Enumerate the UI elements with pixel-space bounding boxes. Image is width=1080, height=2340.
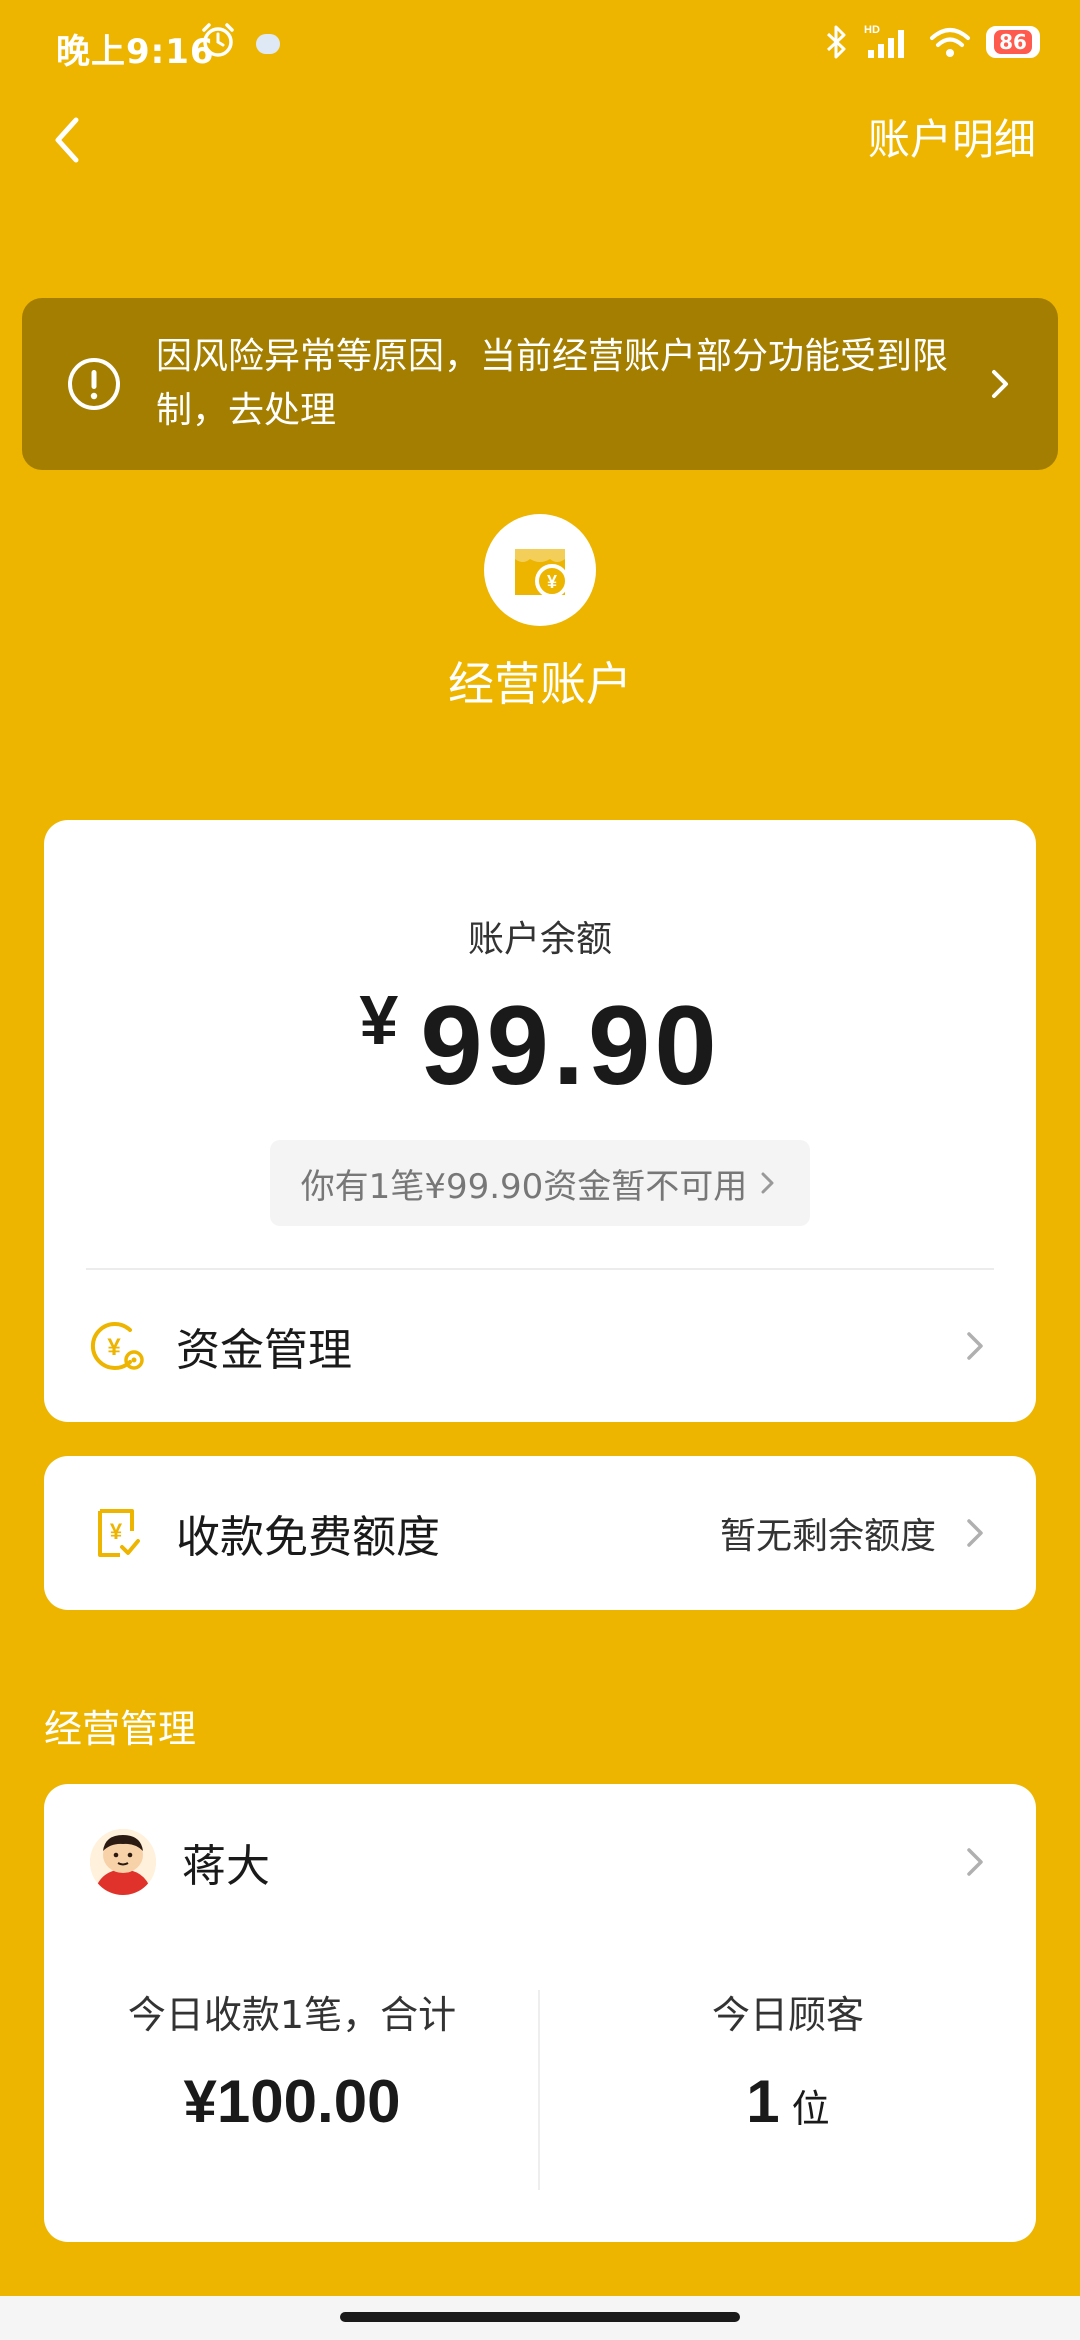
notification-app-icon: [256, 34, 280, 54]
wifi-icon: [930, 28, 970, 57]
account-details-link[interactable]: 账户明细: [868, 106, 1036, 167]
battery-indicator: 86: [986, 26, 1040, 58]
unavailable-funds-notice[interactable]: 你有1笔¥99.90资金暂不可用: [270, 1140, 810, 1226]
fund-management-icon: ¥: [90, 1322, 144, 1370]
signal-icon: HD: [864, 24, 904, 58]
currency-symbol: ¥: [359, 981, 399, 1059]
chevron-right-icon: [761, 1172, 774, 1194]
today-income-stat: 今日收款1笔，合计 ¥100.00: [44, 1984, 540, 2136]
balance-value: 99.90: [420, 983, 721, 1108]
today-customers-stat: 今日顾客 1位: [540, 1984, 1036, 2136]
free-quota-card[interactable]: ¥ 收款免费额度 暂无剩余额度: [44, 1456, 1036, 1610]
free-quota-value: 暂无剩余额度: [719, 1516, 936, 1557]
chevron-right-icon: [992, 370, 1008, 398]
today-customers-label: 今日顾客: [711, 1993, 864, 2037]
balance-card: 账户余额 ¥99.90 你有1笔¥99.90资金暂不可用 ¥ 资金管理: [44, 820, 1036, 1422]
chevron-right-icon: [967, 1848, 983, 1876]
unavailable-funds-text: 你有1笔¥99.90资金暂不可用: [300, 1166, 748, 1207]
svg-text:¥: ¥: [107, 1334, 121, 1361]
svg-text:¥: ¥: [110, 1519, 123, 1544]
alarm-icon: [198, 20, 238, 60]
home-indicator[interactable]: [340, 2312, 740, 2322]
fund-management-label: 资金管理: [176, 1325, 352, 1376]
store-wallet-icon: ¥: [484, 514, 596, 626]
risk-warning-text: 因风险异常等原因，当前经营账户部分功能受到限制，去处理: [156, 336, 949, 431]
receipt-check-icon: ¥: [98, 1509, 140, 1557]
today-customers-count: 1: [746, 2068, 780, 2135]
chevron-right-icon: [967, 1519, 983, 1547]
free-quota-row[interactable]: ¥ 收款免费额度 暂无剩余额度: [44, 1456, 1036, 1610]
chevron-right-icon: [967, 1332, 983, 1360]
today-customers-unit: 位: [791, 2087, 830, 2131]
business-section-title: 经营管理: [44, 1707, 197, 1751]
chevron-left-icon: [55, 117, 79, 163]
today-customers-value: 1位: [540, 2067, 1036, 2136]
svg-text:HD: HD: [864, 24, 880, 36]
status-icons: HD 86: [824, 22, 1040, 62]
balance-label: 账户余额: [467, 919, 612, 960]
risk-warning-banner[interactable]: 因风险异常等原因，当前经营账户部分功能受到限制，去处理: [22, 298, 1058, 470]
account-title: 经营账户: [448, 657, 632, 711]
merchant-name: 蒋大: [182, 1841, 270, 1892]
svg-text:¥: ¥: [547, 572, 557, 592]
fund-management-row[interactable]: ¥ 资金管理: [44, 1270, 1036, 1422]
free-quota-label: 收款免费额度: [176, 1512, 440, 1563]
today-income-value: ¥100.00: [183, 2068, 401, 2135]
bluetooth-icon: [826, 25, 846, 59]
warning-circle-icon: [68, 358, 120, 410]
business-card: 蒋大 今日收款1笔，合计 ¥100.00 今日顾客 1位: [44, 1784, 1036, 2242]
balance-amount: ¥99.90: [44, 980, 1036, 1110]
merchant-row[interactable]: 蒋大: [44, 1814, 1036, 1910]
status-time: 晚上9:16: [56, 32, 215, 72]
avatar: [90, 1829, 156, 1895]
today-income-label: 今日收款1笔，合计: [127, 1993, 457, 2037]
back-button[interactable]: [40, 110, 100, 170]
